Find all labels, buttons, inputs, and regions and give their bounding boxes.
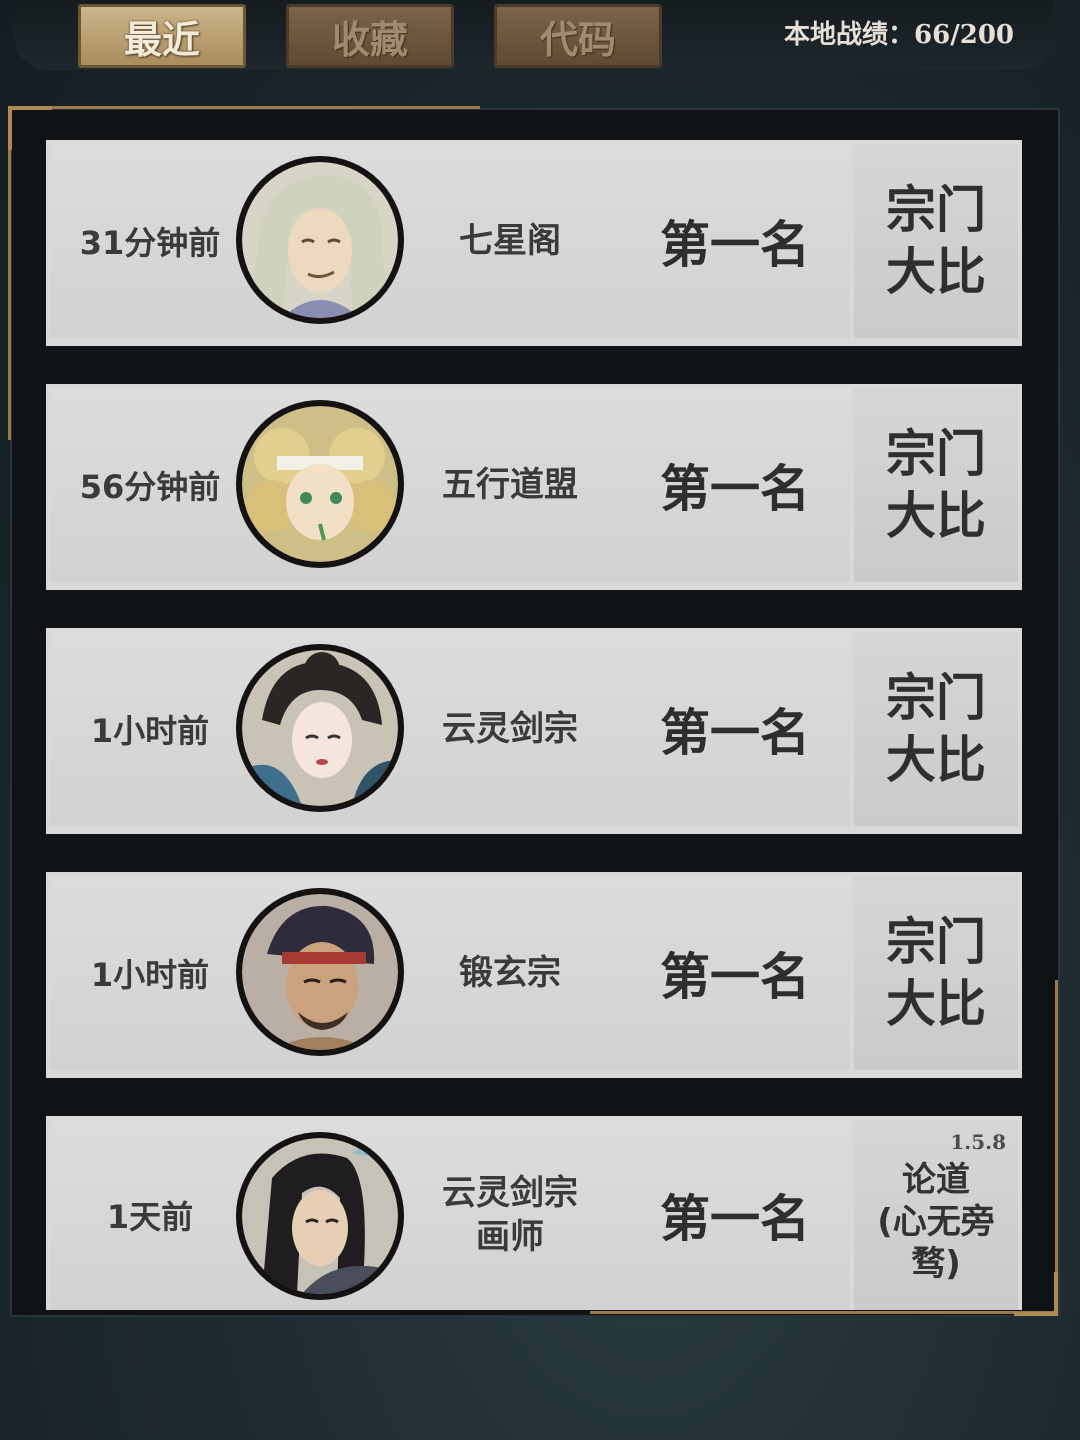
record-info: 31分钟前 七星阁 第一名 <box>50 144 850 338</box>
rank-label: 第一名 <box>660 704 810 762</box>
frame-ornament-top <box>10 106 480 109</box>
blonde-curly-hair-avatar <box>236 400 404 568</box>
sect-name: 云灵剑宗 画师 <box>442 1173 578 1257</box>
mode-cell: 宗门 大比 <box>854 388 1018 582</box>
mode-label: 宗门 大比 <box>886 181 986 301</box>
rank-label: 第一名 <box>660 216 810 274</box>
tab-favorites[interactable]: 收藏 <box>286 4 454 68</box>
record-time: 31分钟前 <box>79 224 221 262</box>
sect-name: 五行道盟 <box>442 465 578 505</box>
mode-cell: 宗门 大比 <box>854 144 1018 338</box>
local-record-stats: 本地战绩：66/200 <box>784 20 1014 50</box>
record-info: 1天前 云灵剑宗 画师 第一名 <box>50 1120 850 1310</box>
record-row[interactable]: 1小时前 锻玄宗 第一名 宗门 大比 <box>46 872 1022 1078</box>
record-info: 1小时前 锻玄宗 第一名 <box>50 876 850 1070</box>
rank-label: 第一名 <box>660 948 810 1006</box>
record-time: 1小时前 <box>90 712 210 750</box>
top-bar: 最近 收藏 代码 本地战绩：66/200 <box>14 0 1054 70</box>
frame-ornament-right <box>1055 980 1058 1310</box>
record-row[interactable]: 56分钟前 五行道盟 第一名 宗门 大比 <box>46 384 1022 590</box>
dark-haired-lady-avatar <box>236 644 404 812</box>
rank-label: 第一名 <box>660 1190 810 1248</box>
record-row[interactable]: 1小时前 云灵剑宗 第一名 宗门 大比 <box>46 628 1022 834</box>
mode-cell: 宗门 大比 <box>854 632 1018 826</box>
sect-name: 云灵剑宗 <box>442 709 578 749</box>
long-haired-swordsman-avatar <box>236 1132 404 1300</box>
rank-label: 第一名 <box>660 460 810 518</box>
mode-cell: 1.5.8 论道 (心无旁 骛) <box>854 1120 1018 1310</box>
frame-ornament-left <box>8 110 11 440</box>
tab-recent[interactable]: 最近 <box>78 4 246 68</box>
mode-label: 宗门 大比 <box>886 425 986 545</box>
mode-cell: 宗门 大比 <box>854 876 1018 1070</box>
headband-warrior-avatar <box>236 888 404 1056</box>
record-row[interactable]: 1天前 云灵剑宗 画师 第一名 1.5.8 论道 (心无旁 骛) <box>46 1116 1022 1310</box>
white-haired-elder-avatar <box>236 156 404 324</box>
version-label: 1.5.8 <box>950 1130 1006 1154</box>
record-time: 56分钟前 <box>79 468 221 506</box>
record-time: 1小时前 <box>90 956 210 994</box>
record-info: 56分钟前 五行道盟 第一名 <box>50 388 850 582</box>
mode-label: 宗门 大比 <box>886 913 986 1033</box>
record-time: 1天前 <box>106 1198 194 1236</box>
record-row[interactable]: 31分钟前 七星阁 第一名 宗门 大比 <box>46 140 1022 346</box>
mode-label: 宗门 大比 <box>886 669 986 789</box>
record-info: 1小时前 云灵剑宗 第一名 <box>50 632 850 826</box>
frame-ornament-bottom <box>590 1311 1056 1314</box>
mode-label: 论道 (心无旁 骛) <box>877 1160 995 1284</box>
sect-name: 七星阁 <box>459 221 561 261</box>
tab-code[interactable]: 代码 <box>494 4 662 68</box>
sect-name: 锻玄宗 <box>459 953 561 993</box>
